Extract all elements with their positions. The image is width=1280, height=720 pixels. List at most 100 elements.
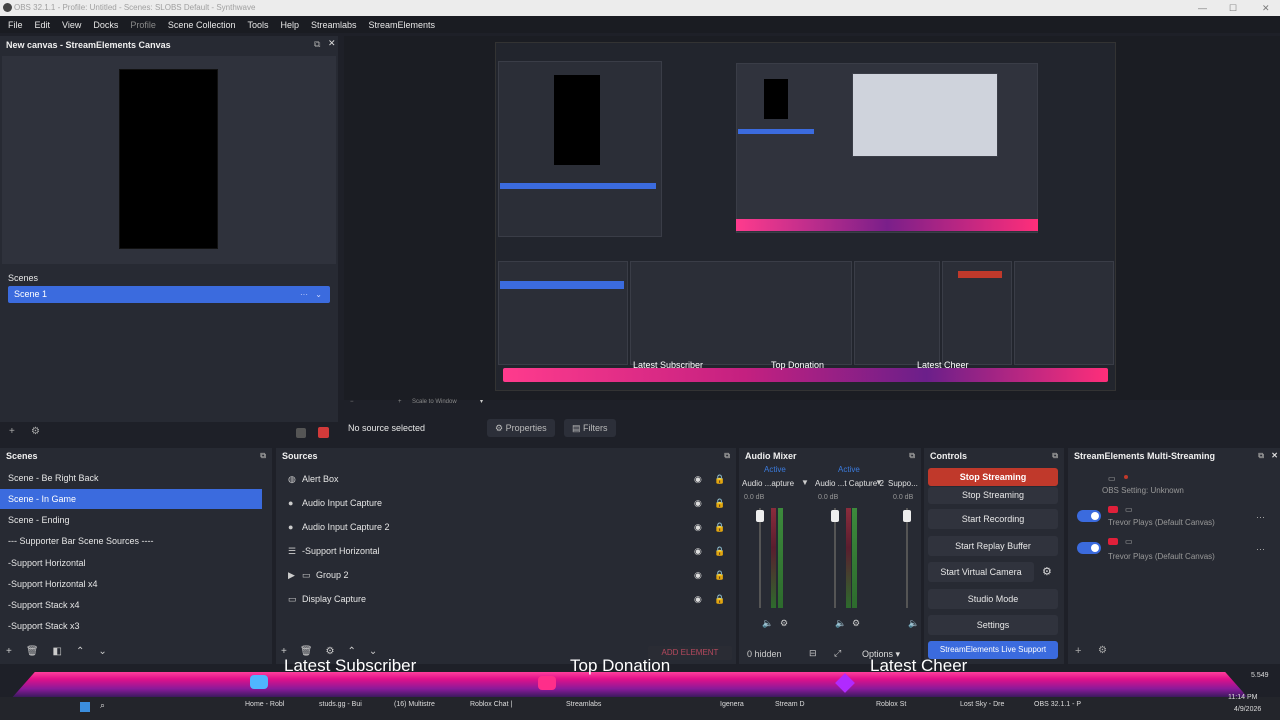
gear-icon[interactable]: ⚙: [1042, 565, 1052, 578]
stop-streaming-button[interactable]: Stop Streaming: [928, 468, 1058, 486]
taskbar-item[interactable]: Igenera: [720, 701, 744, 708]
taskbar-item[interactable]: Streamlabs: [566, 701, 601, 708]
move-up-icon[interactable]: ⌃: [76, 646, 84, 657]
float-icon[interactable]: ⧉: [260, 448, 266, 464]
taskbar-item[interactable]: Roblox Chat |: [470, 701, 512, 708]
close-icon[interactable]: ✕: [1271, 448, 1278, 464]
volume-fader-track[interactable]: [834, 508, 836, 608]
gear-icon[interactable]: ⚙: [780, 618, 788, 629]
menu-docks[interactable]: Docks: [87, 20, 124, 30]
source-item[interactable]: ◍ Alert Box ◉ 🔒: [278, 469, 732, 489]
menu-edit[interactable]: Edit: [29, 20, 57, 30]
stop-streaming-button-2[interactable]: Stop Streaming: [928, 487, 1058, 504]
add-icon[interactable]: +: [6, 646, 12, 657]
menu-help[interactable]: Help: [274, 20, 305, 30]
source-item[interactable]: ● Audio Input Capture ◉ 🔒: [278, 493, 732, 513]
clock-time[interactable]: 11:14 PM: [1228, 694, 1257, 701]
source-item[interactable]: ● Audio Input Capture 2 ◉ 🔒: [278, 517, 732, 537]
scene-item[interactable]: -Support Horizontal: [0, 553, 262, 573]
lock-icon[interactable]: 🔒: [714, 517, 725, 537]
hidden-count[interactable]: 0 hidden: [747, 649, 782, 659]
clock-date[interactable]: 4/9/2026: [1234, 706, 1261, 713]
eye-icon[interactable]: ◉: [694, 517, 702, 537]
eye-icon[interactable]: ◉: [694, 565, 702, 585]
taskbar-item[interactable]: Home - Robl: [245, 701, 284, 708]
scene-item[interactable]: Scene - Ending: [0, 510, 262, 530]
menu-view[interactable]: View: [56, 20, 87, 30]
target-toggle[interactable]: [1077, 542, 1101, 554]
taskbar-item[interactable]: (16) Multistre: [394, 701, 435, 708]
start-replay-buffer-button[interactable]: Start Replay Buffer: [928, 536, 1058, 556]
eye-icon[interactable]: ◉: [694, 469, 702, 489]
add-scene-icon[interactable]: +: [9, 426, 15, 437]
record-off-icon[interactable]: [296, 428, 306, 438]
volume-fader-track[interactable]: [906, 508, 908, 608]
mixer-layout-icon[interactable]: ⊟: [809, 648, 817, 659]
zoom-out-icon[interactable]: −: [350, 399, 354, 405]
gear-icon[interactable]: ⚙: [31, 426, 40, 437]
float-icon[interactable]: ⧉: [724, 448, 730, 464]
scene-item[interactable]: -Support Stack x3: [0, 616, 262, 636]
scene-item[interactable]: -Support Stack x4: [0, 595, 262, 615]
eye-icon[interactable]: ◉: [694, 589, 702, 609]
taskbar-item[interactable]: Lost Sky - Dre: [960, 701, 1004, 708]
start-recording-button[interactable]: Start Recording: [928, 509, 1058, 529]
volume-fader-track[interactable]: [759, 508, 761, 608]
volume-fader[interactable]: [756, 510, 764, 522]
scene-item[interactable]: --- Supporter Bar Scene Sources ----: [0, 531, 262, 551]
settings-button[interactable]: Settings: [928, 615, 1058, 635]
more-icon[interactable]: ⋯: [1256, 544, 1265, 555]
canvas-scene-item[interactable]: Scene 1 ··· ⌄: [8, 286, 330, 303]
canvas-close-icon[interactable]: ✕: [328, 38, 336, 49]
menu-tools[interactable]: Tools: [241, 20, 274, 30]
link-icon[interactable]: ⤢: [834, 648, 841, 659]
filter-icon[interactable]: ◧: [53, 646, 62, 657]
add-icon[interactable]: +: [1075, 645, 1081, 657]
zoom-dropdown-icon[interactable]: ▾: [480, 398, 483, 405]
volume-fader[interactable]: [903, 510, 911, 522]
menu-streamelements[interactable]: StreamElements: [363, 20, 442, 30]
move-down-icon[interactable]: ⌄: [98, 646, 106, 657]
zoom-mode[interactable]: Scale to Window: [412, 399, 457, 405]
float-icon[interactable]: ⧉: [314, 39, 320, 50]
minimize-icon[interactable]: —: [1198, 0, 1207, 16]
lock-icon[interactable]: 🔒: [714, 565, 725, 585]
taskbar-item[interactable]: studs.gg - Bui: [319, 701, 362, 708]
trash-icon[interactable]: 🗑: [26, 646, 39, 657]
properties-button[interactable]: ⚙ Properties: [487, 419, 555, 437]
speaker-icon[interactable]: 🔈: [908, 618, 919, 629]
float-icon[interactable]: ⧉: [909, 448, 915, 464]
lock-icon[interactable]: 🔒: [714, 541, 725, 561]
search-icon[interactable]: ⌕: [100, 700, 105, 711]
chevron-down-icon[interactable]: ⌄: [315, 286, 322, 303]
lock-icon[interactable]: 🔒: [714, 469, 725, 489]
scene-item-selected[interactable]: Scene - In Game: [0, 489, 262, 509]
zoom-in-icon[interactable]: +: [398, 399, 402, 405]
maximize-icon[interactable]: ☐: [1229, 0, 1237, 16]
float-icon[interactable]: ⧉: [1052, 448, 1058, 464]
menu-streamlabs[interactable]: Streamlabs: [305, 20, 363, 30]
menu-scene-collection[interactable]: Scene Collection: [162, 20, 242, 30]
studio-mode-button[interactable]: Studio Mode: [928, 589, 1058, 609]
float-icon[interactable]: ⧉: [1258, 448, 1264, 464]
lock-icon[interactable]: 🔒: [714, 493, 725, 513]
gear-icon[interactable]: ⚙: [852, 618, 860, 629]
lock-icon[interactable]: 🔒: [714, 589, 725, 609]
scene-item[interactable]: -Support Horizontal x4: [0, 574, 262, 594]
eye-icon[interactable]: ◉: [694, 541, 702, 561]
record-icon[interactable]: [318, 427, 329, 438]
menu-profile[interactable]: Profile: [124, 20, 162, 30]
source-item[interactable]: ▶ ▭ Group 2 ◉ 🔒: [278, 565, 732, 585]
more-icon[interactable]: ⋯: [1256, 512, 1265, 523]
volume-fader[interactable]: [831, 510, 839, 522]
taskbar-item[interactable]: OBS 32.1.1 - P: [1034, 701, 1081, 708]
source-item[interactable]: ▭ Display Capture ◉ 🔒: [278, 589, 732, 609]
expand-arrow-icon[interactable]: ▶: [288, 565, 295, 585]
gear-icon[interactable]: ⚙: [1098, 645, 1107, 656]
speaker-icon[interactable]: 🔈: [762, 618, 773, 629]
eye-icon[interactable]: ◉: [694, 493, 702, 513]
close-icon[interactable]: ✕: [1262, 0, 1270, 16]
taskbar-item[interactable]: Stream D: [775, 701, 805, 708]
taskbar-item[interactable]: Roblox St: [876, 701, 906, 708]
target-toggle[interactable]: [1077, 510, 1101, 522]
